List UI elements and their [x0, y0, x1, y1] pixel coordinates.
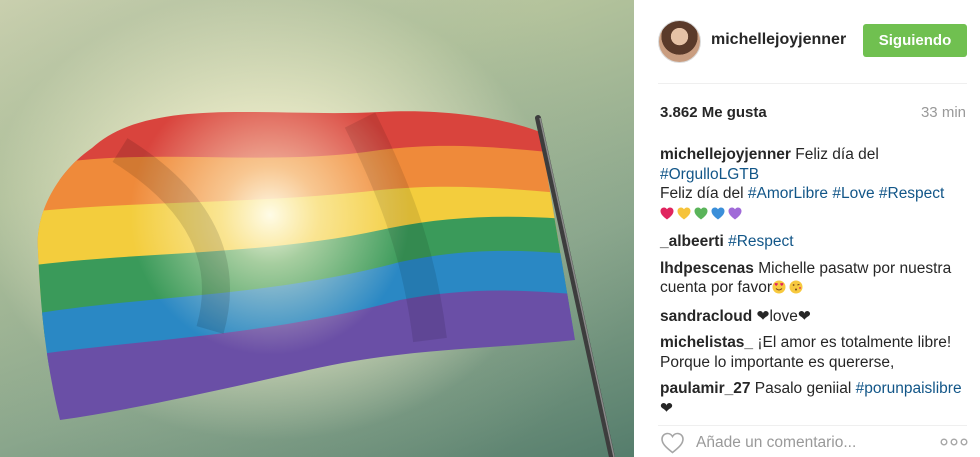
comment-username[interactable]: paulamir_27 — [660, 380, 750, 397]
likes-count[interactable]: 3.862 Me gusta — [660, 104, 767, 121]
post-sidebar: michellejoyjenner Siguiendo 3.862 Me gus… — [634, 0, 980, 457]
username-link[interactable]: michellejoyjenner — [711, 31, 846, 49]
kiss-face-icon — [789, 280, 803, 294]
comment-item: michelistas_ ¡El amor es totalmente libr… — [660, 333, 970, 372]
divider — [658, 83, 967, 84]
emoji-group — [772, 280, 806, 300]
comment-item: michellejoyjenner Feliz día del #Orgullo… — [660, 145, 970, 225]
comment-text: Pasalo geniial — [750, 380, 856, 397]
emoji-group — [660, 206, 745, 226]
comment-item: _albeerti #Respect — [660, 232, 970, 252]
hashtag-link[interactable]: #Love — [832, 185, 874, 202]
comment-text: ❤ — [660, 399, 673, 417]
comment-text: Feliz día del — [790, 146, 879, 163]
heart-eyes-face-icon — [772, 280, 786, 294]
hashtag-link[interactable]: #AmorLibre — [748, 185, 828, 202]
blue-heart-icon — [711, 206, 725, 220]
comment-item: paulamir_27 Pasalo geniial #porunpaislib… — [660, 379, 970, 418]
comment-item: lhdpescenas Michelle pasatw por nuestra … — [660, 259, 970, 300]
comment-text: ❤love❤ — [752, 307, 811, 325]
comment-username[interactable]: sandracloud — [660, 308, 752, 325]
hashtag-link[interactable]: #porunpaislibre — [856, 380, 962, 397]
comment-username[interactable]: michellejoyjenner — [660, 146, 791, 163]
purple-heart-icon — [728, 206, 742, 220]
comment-username[interactable]: lhdpescenas — [660, 260, 754, 277]
comment-text: Feliz día del — [660, 185, 748, 202]
green-heart-icon — [694, 206, 708, 220]
add-comment-bar — [634, 425, 980, 457]
hashtag-link[interactable]: #Respect — [879, 185, 944, 202]
like-heart-icon[interactable] — [660, 432, 685, 454]
comment-item: sandracloud ❤love❤ — [660, 307, 970, 327]
more-options-icon[interactable] — [940, 435, 968, 449]
rainbow-flag-icon — [37, 111, 615, 457]
comment-username[interactable]: michelistas_ — [660, 334, 753, 351]
red-heart-icon — [660, 206, 674, 220]
hashtag-link[interactable]: #OrgulloLGTB — [660, 166, 759, 183]
comment-input[interactable] — [696, 433, 916, 453]
post-header: michellejoyjenner Siguiendo — [634, 0, 980, 83]
comment-username[interactable]: _albeerti — [660, 233, 724, 250]
comment-list: michellejoyjenner Feliz día del #Orgullo… — [660, 145, 970, 425]
timestamp[interactable]: 33 min — [921, 104, 966, 121]
hashtag-link[interactable]: #Respect — [728, 233, 793, 250]
post-image[interactable] — [0, 0, 634, 457]
yellow-heart-icon — [677, 206, 691, 220]
following-button[interactable]: Siguiendo — [863, 24, 967, 57]
avatar[interactable] — [658, 20, 701, 63]
